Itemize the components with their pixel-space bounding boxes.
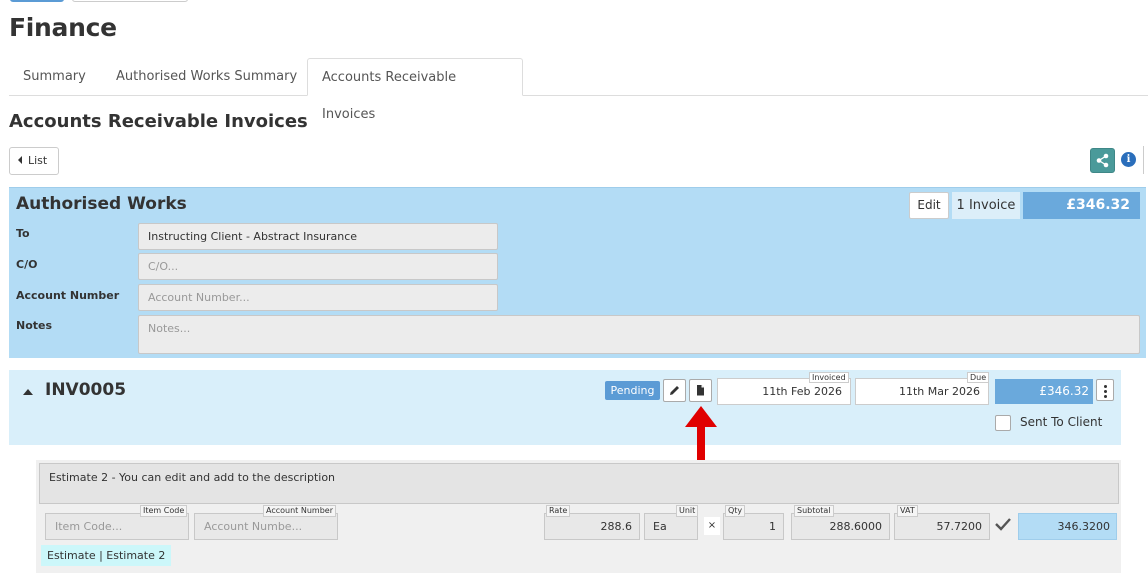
document-icon: [697, 385, 704, 396]
invoice-panel: INV0005 Pending 11th Feb 2026 Invoiced 1…: [9, 370, 1121, 445]
invoice-document-button[interactable]: [689, 379, 712, 402]
line-total-field: 346.3200: [1018, 513, 1117, 540]
sent-to-client-checkbox[interactable]: [995, 415, 1011, 431]
account-number-label: Account Number: [16, 289, 120, 302]
line-account-number-label: Account Number: [263, 505, 336, 517]
to-field[interactable]: Instructing Client - Abstract Insurance: [138, 223, 498, 250]
share-icon: [1096, 153, 1109, 168]
line-account-number-field[interactable]: Account Numbe...: [194, 513, 338, 540]
authorised-works-panel: Authorised Works Edit 1 Invoice £346.32 …: [9, 187, 1146, 358]
tab-summary[interactable]: Summary: [9, 58, 100, 96]
rate-field[interactable]: 288.6: [544, 513, 640, 540]
qty-label: Qty: [725, 505, 746, 517]
vat-checkmark-icon[interactable]: [994, 515, 1012, 533]
edit-button[interactable]: Edit: [909, 192, 949, 219]
tab-bar: Summary Authorised Works Summary Account…: [9, 58, 1148, 122]
rate-label: Rate: [546, 505, 571, 517]
line-description-field[interactable]: Estimate 2 - You can edit and add to the…: [39, 463, 1119, 504]
item-code-label: Item Code: [140, 505, 188, 517]
vat-label: VAT: [897, 505, 918, 517]
edit-invoice-button[interactable]: [663, 379, 686, 402]
account-number-field[interactable]: Account Number...: [138, 284, 498, 311]
unit-field[interactable]: Ea: [644, 513, 698, 540]
subtotal-field: 288.6000: [791, 513, 890, 540]
unit-label: Unit: [676, 505, 699, 517]
invoice-total: £346.32: [995, 379, 1093, 404]
sent-to-client-label: Sent To Client: [1020, 415, 1103, 429]
pencil-icon: [670, 386, 679, 395]
red-arrow-annotation: [685, 406, 717, 463]
line-item-panel: Estimate 2 - You can edit and add to the…: [36, 460, 1121, 573]
notes-label: Notes: [16, 319, 53, 332]
caret-left-icon: [18, 156, 22, 164]
qty-field[interactable]: 1: [723, 513, 784, 540]
invoice-count-badge: 1 Invoice: [952, 192, 1020, 219]
tab-authorised-works-summary[interactable]: Authorised Works Summary: [102, 58, 311, 96]
top-tab-button-secondary[interactable]: [72, 0, 188, 2]
page-title: Finance: [9, 13, 117, 42]
invoice-number: INV0005: [45, 380, 127, 400]
status-badge: Pending: [605, 381, 660, 400]
share-button[interactable]: [1090, 148, 1115, 173]
authorised-works-total: £346.32: [1023, 192, 1140, 219]
item-code-field[interactable]: Item Code...: [45, 513, 189, 540]
collapse-caret-icon[interactable]: [23, 389, 33, 395]
estimate-tag[interactable]: Estimate | Estimate 2: [41, 545, 172, 566]
to-label: To: [16, 227, 30, 240]
more-options-button[interactable]: [1096, 379, 1114, 401]
toolbar-edge: [1143, 146, 1148, 174]
info-icon[interactable]: i: [1121, 152, 1136, 167]
authorised-works-title: Authorised Works: [16, 194, 187, 214]
list-button-label: List: [28, 154, 48, 167]
top-tab-button-primary[interactable]: [10, 0, 64, 2]
invoiced-label: Invoiced: [809, 372, 849, 383]
multiply-sign: ×: [704, 517, 720, 535]
tab-accounts-receivable-invoices[interactable]: Accounts Receivable Invoices: [307, 58, 523, 122]
vat-field: 57.7200: [894, 513, 990, 540]
subtotal-label: Subtotal: [794, 505, 834, 517]
section-title: Accounts Receivable Invoices: [9, 111, 308, 132]
list-button[interactable]: List: [9, 147, 59, 175]
notes-field[interactable]: Notes...: [138, 315, 1140, 354]
due-label: Due: [967, 372, 990, 383]
co-field[interactable]: C/O...: [138, 253, 498, 280]
co-label: C/O: [16, 258, 38, 271]
